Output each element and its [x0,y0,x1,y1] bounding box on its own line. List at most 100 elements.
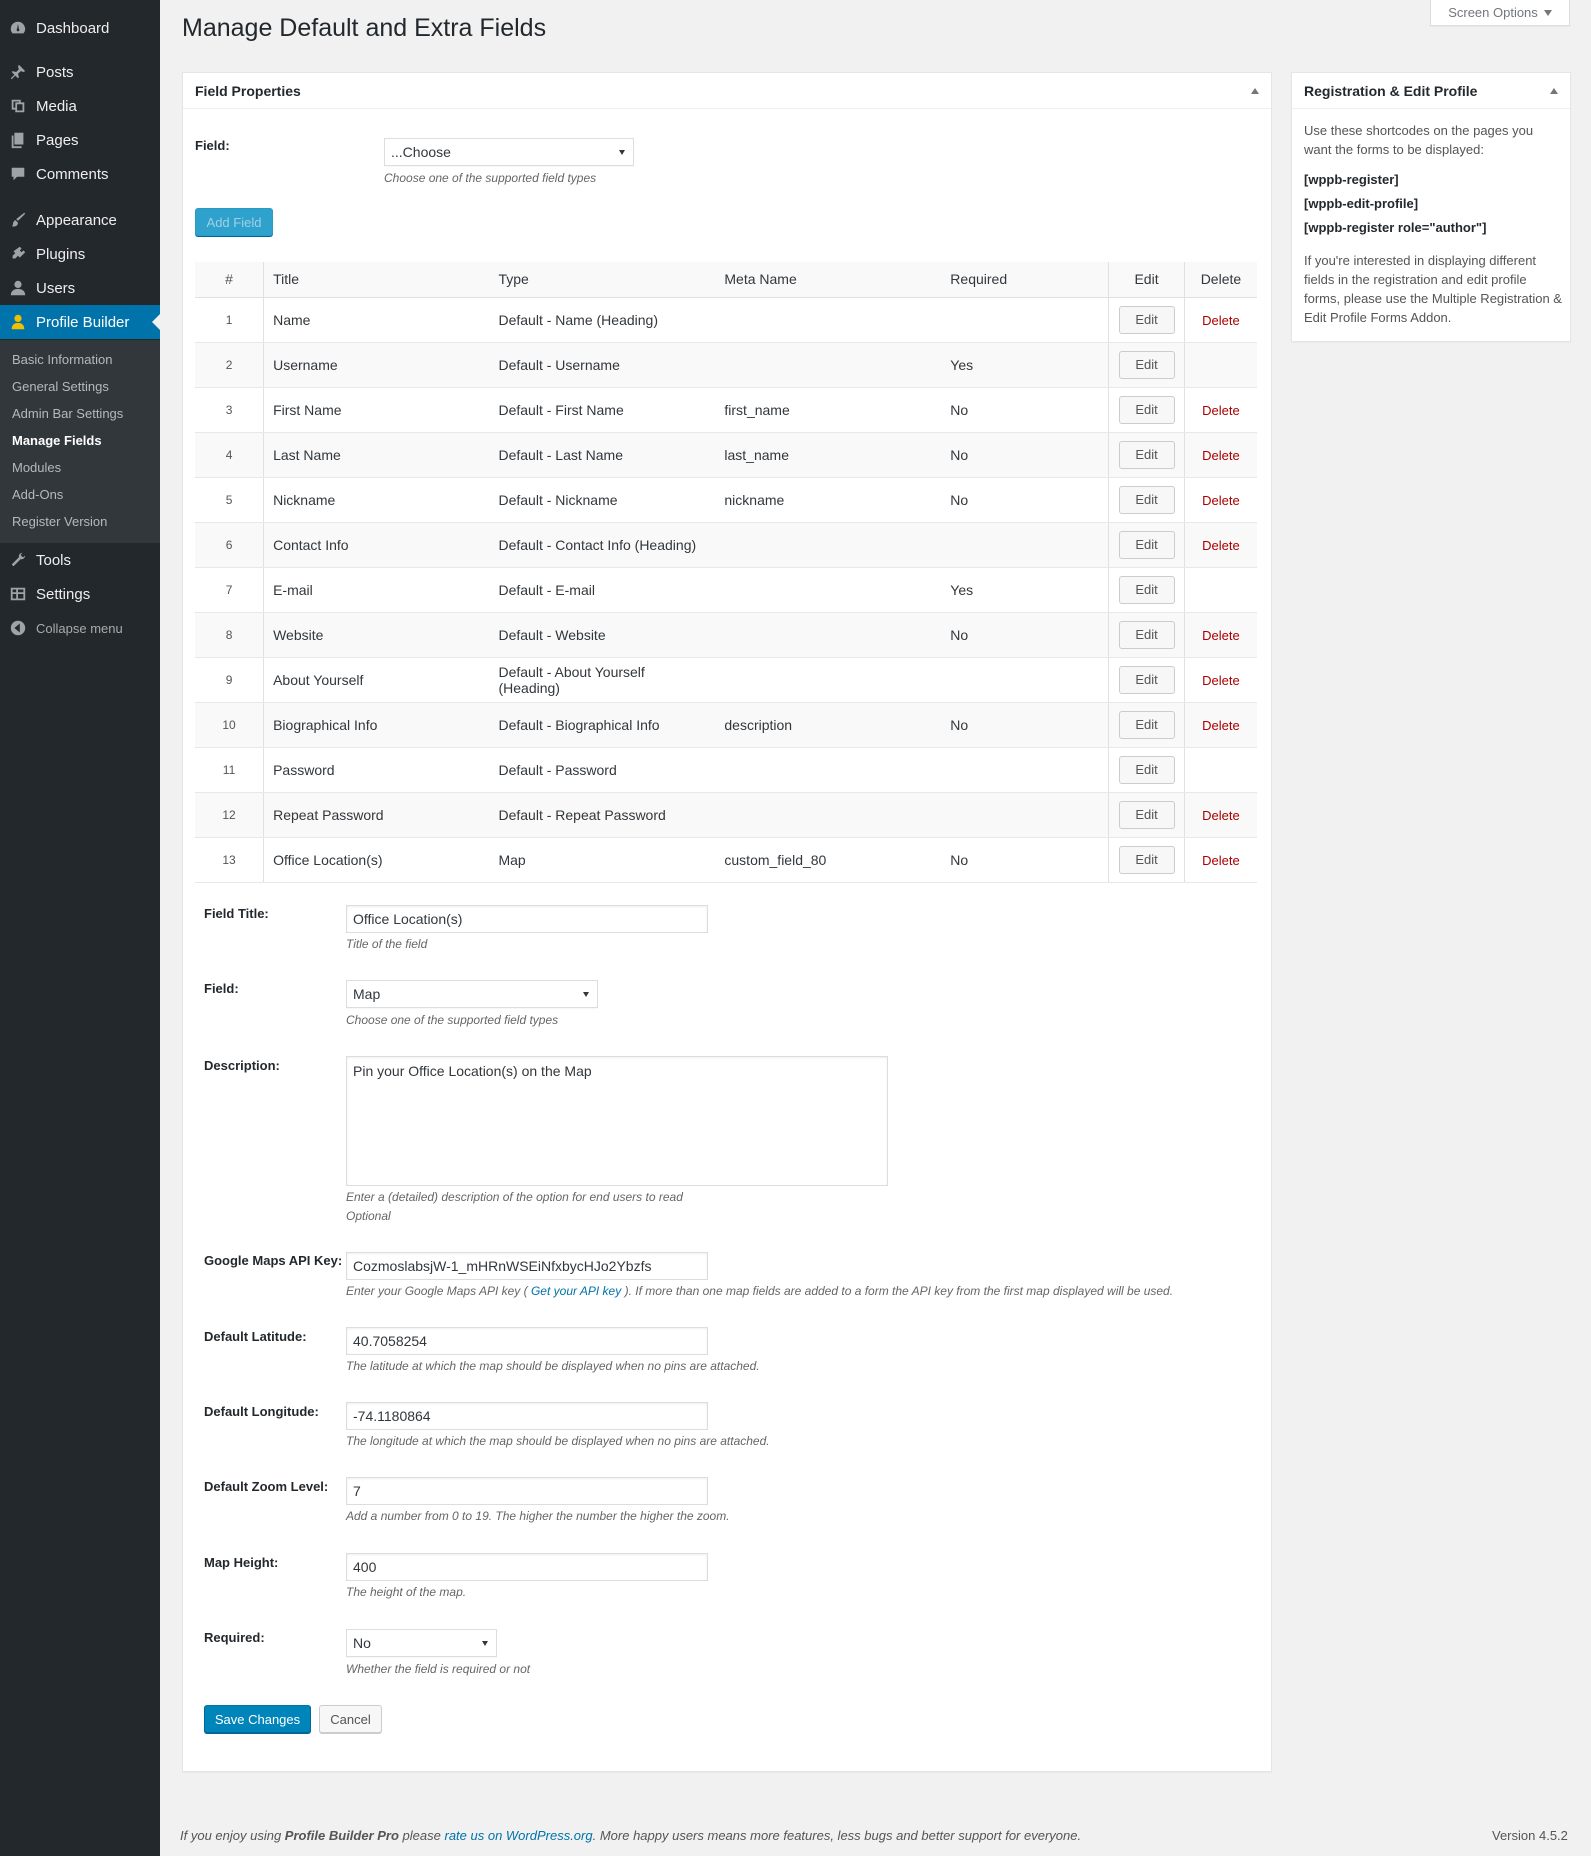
description-help: Enter a (detailed) description of the op… [346,1190,683,1204]
description-label: Description: [204,1058,280,1073]
shortcode-register-author: [wppb-register role="author"] [1304,220,1487,235]
edit-field-button[interactable]: Edit [1118,440,1175,469]
menu-users[interactable]: Users [0,271,160,305]
submenu-modules[interactable]: Modules [12,460,61,475]
row-meta-name: last_name [715,432,942,478]
required-select[interactable]: No [346,1629,497,1657]
row-type: Default - Repeat Password [489,792,716,838]
submenu-admin-bar-settings[interactable]: Admin Bar Settings [12,406,123,421]
menu-profile-builder[interactable]: Profile Builder [0,305,160,339]
edit-field-button[interactable]: Edit [1118,800,1175,829]
edit-field-button[interactable]: Edit [1118,350,1175,379]
edit-field-button[interactable]: Edit [1118,710,1175,739]
comment-icon [0,165,36,183]
menu-dashboard-label: Dashboard [36,19,110,37]
row-title: Website [263,612,490,658]
edit-field-button[interactable]: Edit [1118,395,1175,424]
row-edit-cell: Edit [1108,837,1185,883]
menu-comments[interactable]: Comments [0,157,160,191]
row-required: No [941,477,1109,523]
profile-builder-submenu: Basic Information General Settings Admin… [0,340,160,543]
edit-field-button[interactable]: Edit [1118,665,1175,694]
submenu-register-version[interactable]: Register Version [12,514,107,529]
submenu-basic-information[interactable]: Basic Information [12,352,112,367]
menu-posts[interactable]: Posts [0,55,160,89]
api-key-input[interactable] [346,1252,708,1280]
add-field-button[interactable]: Add Field [195,208,273,236]
table-row: 9 About Yourself Default - About Yourself … [195,657,1257,703]
menu-tools[interactable]: Tools [0,543,160,577]
edit-field-type-select[interactable]: Map [346,980,598,1008]
delete-field-link[interactable]: Delete [1202,538,1240,553]
page-title: Manage Default and Extra Fields [182,14,547,42]
field-type-select[interactable]: ...Choose [384,138,634,166]
api-key-desc-after: ). If more than one map fields are added… [621,1284,1174,1298]
field-properties-header[interactable]: Field Properties [183,73,1271,109]
dashboard-icon [0,19,36,37]
submenu-manage-fields[interactable]: Manage Fields [12,433,102,448]
edit-field-button[interactable]: Edit [1118,485,1175,514]
delete-field-link[interactable]: Delete [1202,493,1240,508]
submenu-general-settings[interactable]: General Settings [12,379,109,394]
row-required [941,297,1109,343]
col-title: Title [263,262,490,298]
menu-media[interactable]: Media [0,89,160,123]
edit-field-button[interactable]: Edit [1118,530,1175,559]
menu-appearance[interactable]: Appearance [0,203,160,237]
menu-pages[interactable]: Pages [0,123,160,157]
row-edit-cell: Edit [1108,432,1185,478]
screen-options-button[interactable]: Screen Options [1430,0,1570,26]
col-edit: Edit [1108,262,1185,298]
latitude-description: The latitude at which the map should be … [346,1359,760,1373]
rate-us-link[interactable]: rate us on WordPress.org [444,1828,592,1843]
map-height-input[interactable] [346,1553,708,1581]
row-required: No [941,432,1109,478]
delete-field-link[interactable]: Delete [1202,313,1240,328]
menu-pages-label: Pages [36,131,79,149]
submenu-add-ons[interactable]: Add-Ons [12,487,63,502]
edit-field-button[interactable]: Edit [1118,575,1175,604]
row-meta-name [715,522,942,568]
delete-field-link[interactable]: Delete [1202,853,1240,868]
edit-field-button[interactable]: Edit [1118,755,1175,784]
row-title: Contact Info [263,522,490,568]
plugin-icon [0,245,36,263]
latitude-label: Default Latitude: [204,1329,307,1344]
field-title-input[interactable] [346,905,708,933]
row-type: Default - Name (Heading) [489,297,716,343]
menu-settings[interactable]: Settings [0,577,160,611]
cancel-button[interactable]: Cancel [319,1705,382,1733]
delete-field-link[interactable]: Delete [1202,448,1240,463]
collapse-toggle-icon[interactable] [1251,88,1259,94]
latitude-input[interactable] [346,1327,708,1355]
row-number: 3 [195,387,265,433]
edit-field-type-description: Choose one of the supported field types [346,1013,559,1027]
menu-tools-label: Tools [36,551,72,569]
shortcodes-header[interactable]: Registration & Edit Profile [1292,73,1570,109]
menu-dashboard[interactable]: Dashboard [0,11,160,45]
edit-field-button[interactable]: Edit [1118,620,1175,649]
get-api-key-link[interactable]: Get your API key [531,1284,621,1298]
delete-field-link[interactable]: Delete [1202,403,1240,418]
row-title: Office Location(s) [263,837,490,883]
edit-field-button[interactable]: Edit [1118,305,1175,334]
col-meta-name: Meta Name [715,262,942,298]
menu-plugins[interactable]: Plugins [0,237,160,271]
field-type-description: Choose one of the supported field types [384,171,597,185]
longitude-input[interactable] [346,1402,708,1430]
delete-field-link[interactable]: Delete [1202,628,1240,643]
menu-profile-builder-label: Profile Builder [36,313,130,331]
description-textarea[interactable]: Pin your Office Location(s) on the Map [346,1056,888,1186]
delete-field-link[interactable]: Delete [1202,673,1240,688]
save-changes-button[interactable]: Save Changes [204,1705,311,1733]
row-type: Default - Nickname [489,477,716,523]
row-title: Repeat Password [263,792,490,838]
delete-field-link[interactable]: Delete [1202,718,1240,733]
menu-appearance-label: Appearance [36,211,117,229]
delete-field-link[interactable]: Delete [1202,808,1240,823]
edit-field-button[interactable]: Edit [1118,845,1175,874]
collapse-menu-button[interactable]: Collapse menu [0,611,160,645]
zoom-level-input[interactable] [346,1477,708,1505]
row-delete-cell: Delete [1183,702,1257,748]
collapse-toggle-icon[interactable] [1550,88,1558,94]
